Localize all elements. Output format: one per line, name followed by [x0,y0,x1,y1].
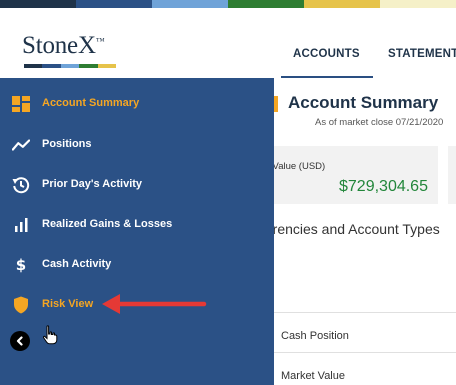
sidebar-item-prior-days-activity[interactable]: Prior Day's Activity [0,171,274,199]
dollar-icon: $ [15,256,27,274]
row-divider [254,312,456,313]
bar-chart-icon [12,217,30,233]
top-color-stripe [0,0,456,8]
trend-line-icon [12,137,30,153]
section-title: rrencies and Account Types [268,221,440,237]
table-row: Cash Position [281,330,349,342]
stonex-logo[interactable]: StoneX™ [22,32,105,60]
hand-cursor-icon [42,325,58,345]
sidebar-item-label: Cash Activity [42,258,112,270]
as-of-date: As of market close 07/21/2020 [315,117,444,128]
sidebar-item-label: Risk View [42,298,94,310]
annotation-arrow-icon [102,294,207,314]
tab-accounts[interactable]: ACCOUNTS [293,48,360,60]
sidebar-item-positions[interactable]: Positions [0,131,274,159]
row-divider [254,352,456,353]
sidebar-item-realized-gains-losses[interactable]: Realized Gains & Losses [0,211,274,239]
collapse-sidebar-button[interactable] [10,331,30,351]
dashboard-icon [12,96,30,112]
sidebar-item-label: Account Summary [42,97,140,109]
table-row: Market Value [281,370,345,382]
chevron-left-icon [16,336,23,346]
page-title: Account Summary [288,93,439,112]
tab-statements[interactable]: STATEMENT [388,48,456,60]
sidebar-item-account-summary[interactable]: Account Summary [0,90,274,118]
app-header: StoneX™ ACCOUNTS STATEMENT [0,8,456,78]
logo-color-bar [24,64,117,68]
sidebar-item-cash-activity[interactable]: $ Cash Activity [0,251,274,279]
next-card [448,146,456,204]
market-value-amount: $729,304.65 [339,178,428,195]
sidebar-item-label: Prior Day's Activity [42,178,143,190]
sidebar-item-label: Realized Gains & Losses [42,218,173,230]
sidebar-item-label: Positions [42,138,92,150]
shield-icon [12,296,30,314]
history-icon [12,177,30,194]
